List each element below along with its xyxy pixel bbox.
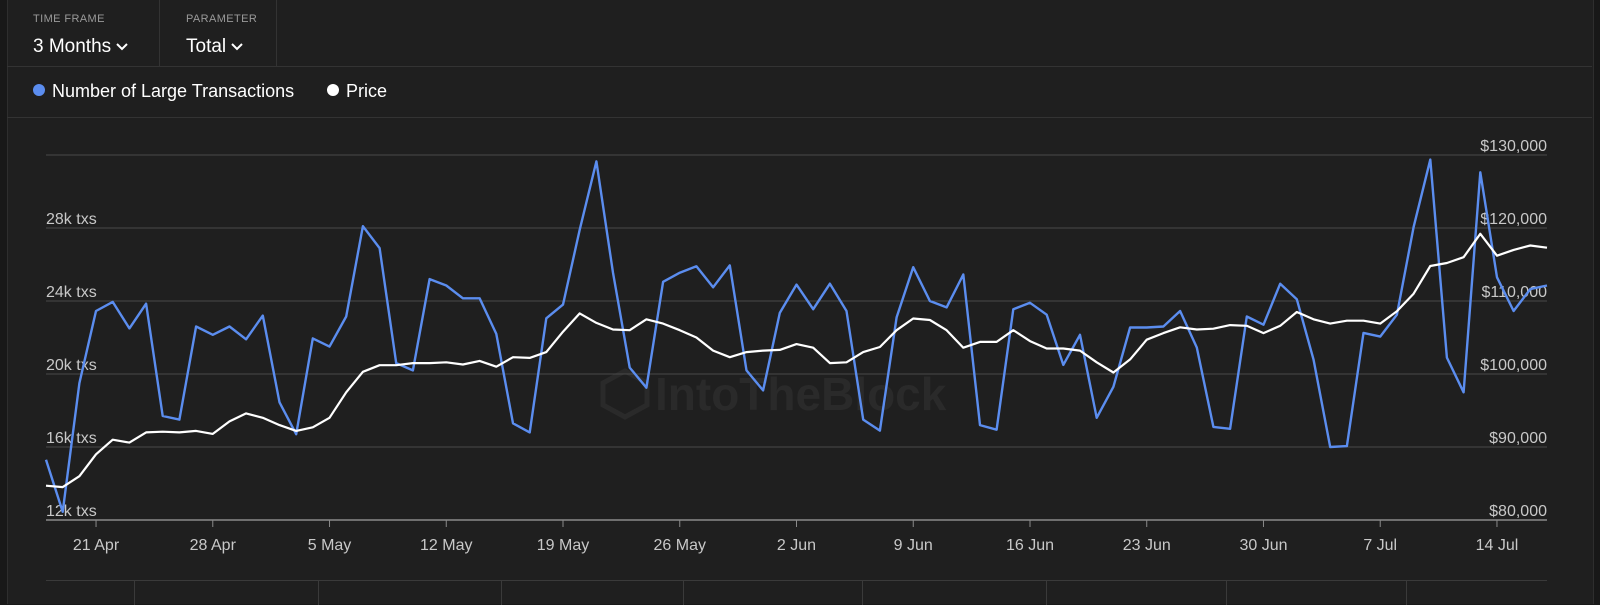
- series-line-large-transactions[interactable]: [44, 158, 1548, 513]
- range-navigator[interactable]: [46, 580, 1547, 605]
- watermark-text: IntoTheBlock: [655, 368, 947, 420]
- x-axis-tick-label: 28 Apr: [190, 537, 237, 554]
- watermark-logo-icon: [600, 368, 650, 420]
- left-axis-tick-label: 20k txs: [46, 357, 97, 374]
- right-axis-tick-label: $80,000: [1489, 503, 1547, 520]
- right-axis-tick-label: $100,000: [1480, 357, 1547, 374]
- left-axis-tick-label: 12k txs: [46, 503, 97, 520]
- navigator-divider: [501, 581, 502, 605]
- x-axis-tick-label: 9 Jun: [894, 537, 933, 554]
- navigator-divider: [134, 581, 135, 605]
- navigator-divider: [1226, 581, 1227, 605]
- x-axis-tick-label: 14 Jul: [1476, 537, 1519, 554]
- navigator-divider: [862, 581, 863, 605]
- watermark: IntoTheBlock: [600, 368, 947, 420]
- right-axis-tick-label: $130,000: [1480, 138, 1547, 155]
- x-axis-tick-label: 5 May: [308, 537, 352, 554]
- x-axis-tick-label: 12 May: [420, 537, 472, 554]
- x-axis-tick-label: 21 Apr: [73, 537, 120, 554]
- left-axis-tick-label: 24k txs: [46, 284, 97, 301]
- navigator-divider: [683, 581, 684, 605]
- x-axis-tick-label: 16 Jun: [1006, 537, 1054, 554]
- x-axis-tick-label: 26 May: [654, 537, 706, 554]
- x-axis-tick-label: 2 Jun: [777, 537, 816, 554]
- navigator-divider: [1406, 581, 1407, 605]
- x-axis-tick-label: 7 Jul: [1363, 537, 1397, 554]
- chart-canvas: IntoTheBlock 12k txs16k txs20k txs24k tx…: [44, 138, 1548, 554]
- navigator-divider: [318, 581, 319, 605]
- left-axis-tick-label: 28k txs: [46, 211, 97, 228]
- x-axis-tick-label: 30 Jun: [1239, 537, 1287, 554]
- navigator-divider: [1046, 581, 1047, 605]
- right-axis-tick-label: $120,000: [1480, 211, 1547, 228]
- right-axis-tick-label: $90,000: [1489, 430, 1547, 447]
- x-axis-tick-label: 19 May: [537, 537, 589, 554]
- x-axis-tick-label: 23 Jun: [1123, 537, 1171, 554]
